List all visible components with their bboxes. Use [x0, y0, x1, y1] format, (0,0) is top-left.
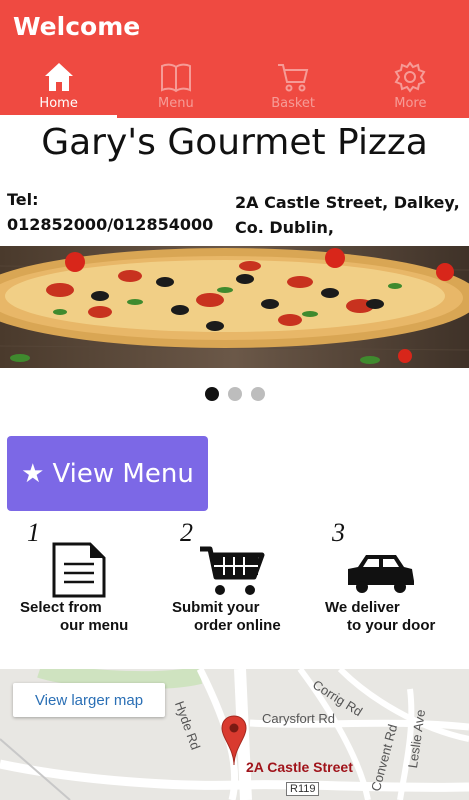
street-label: Carysfort Rd [262, 711, 335, 726]
tab-home[interactable]: Home [0, 58, 118, 118]
cart-icon [278, 64, 309, 92]
tab-basket-label: Basket [271, 96, 316, 111]
step-line1: Select from [20, 599, 102, 616]
step-line2: to your door [347, 617, 436, 634]
carousel-dot[interactable] [204, 387, 219, 401]
map-pin-label: 2A Castle Street [246, 759, 353, 775]
step-text: Submit your order online [172, 599, 281, 635]
road-badge: R119 [286, 782, 320, 796]
tab-basket[interactable]: Basket [235, 58, 352, 118]
step-number: 1 [27, 518, 40, 547]
gear-icon [394, 61, 426, 93]
shop-address: 2A Castle Street, Dalkey, Co. Dublin, [235, 193, 460, 237]
step-number: 3 [332, 518, 345, 547]
carousel-dot[interactable] [227, 387, 242, 401]
view-larger-map-link[interactable]: View larger map [13, 683, 165, 717]
tab-menu[interactable]: Menu [117, 58, 234, 118]
pizza-image [0, 246, 469, 368]
tel-label: Tel: [7, 190, 39, 209]
book-icon [160, 63, 191, 93]
view-menu-label: View Menu [52, 458, 194, 489]
tab-home-label: Home [39, 96, 78, 111]
step-line1: We deliver [325, 599, 400, 616]
step-text: Select from our menu [20, 599, 128, 635]
location-map[interactable]: View larger map Hyde Rd Corrig Rd Carysf… [0, 669, 469, 800]
tel-value[interactable]: 012852000/012854000 [7, 215, 213, 234]
step-text: We deliver to your door [325, 599, 435, 635]
view-menu-button[interactable]: ★ View Menu [7, 436, 208, 511]
carousel-dot[interactable] [250, 387, 265, 401]
app-header: Welcome Home Menu Basket More [0, 0, 469, 118]
step-line2: order online [194, 617, 281, 634]
tab-more-label: More [394, 96, 427, 111]
map-pin-icon [221, 715, 247, 766]
pizza-carousel-image[interactable] [0, 246, 469, 368]
app-title: Welcome [13, 12, 141, 41]
step-line2: our menu [60, 617, 129, 634]
carousel-dots [0, 387, 469, 401]
document-icon [52, 542, 106, 598]
step-line1: Submit your [172, 599, 260, 616]
star-icon: ★ [21, 458, 45, 489]
car-icon [348, 555, 414, 593]
tab-menu-label: Menu [158, 96, 194, 111]
home-icon [44, 63, 73, 91]
tab-more[interactable]: More [352, 58, 469, 118]
cart-icon [200, 546, 265, 595]
shop-name: Gary's Gourmet Pizza [41, 122, 428, 163]
tab-bar: Home Menu Basket More [0, 58, 469, 118]
step-number: 2 [180, 518, 193, 547]
